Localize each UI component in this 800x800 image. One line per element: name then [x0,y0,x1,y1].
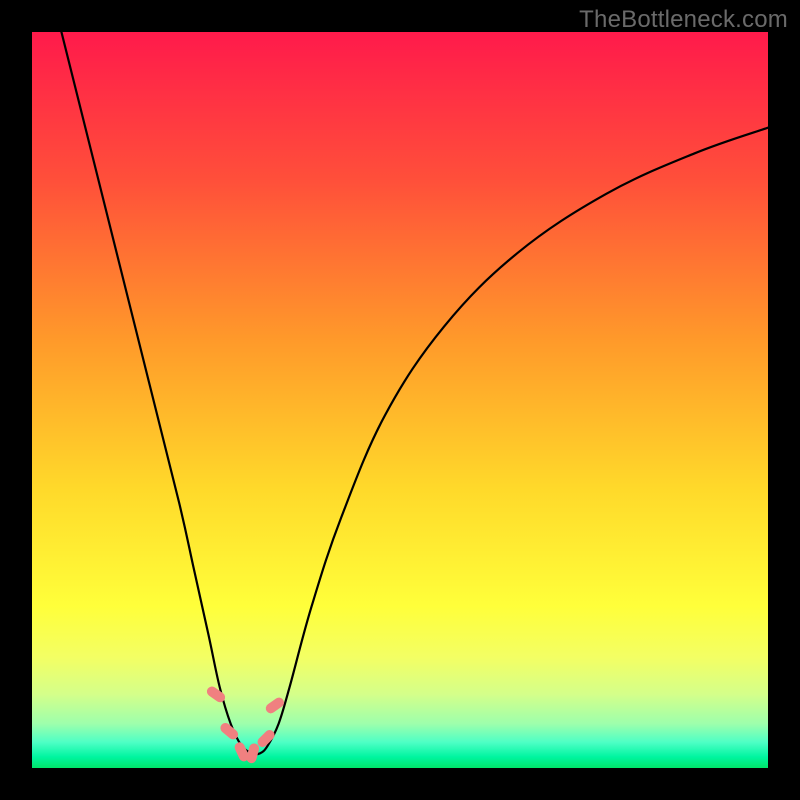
bottleneck-curve-chart [32,32,768,768]
plot-area [32,32,768,768]
gradient-background [32,32,768,768]
watermark-text: TheBottleneck.com [579,6,788,34]
chart-frame: TheBottleneck.com [0,0,800,800]
